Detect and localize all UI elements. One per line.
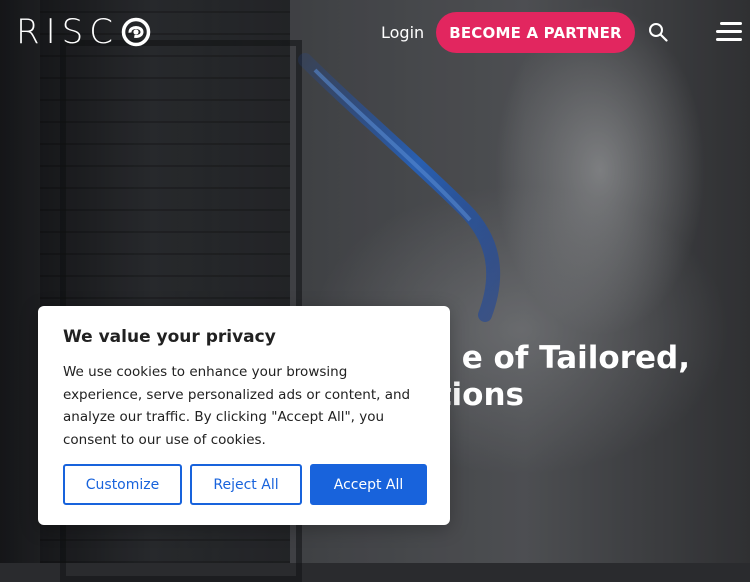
logo-text: RISC bbox=[16, 12, 119, 52]
reject-all-button[interactable]: Reject All bbox=[190, 464, 302, 505]
menu-bar bbox=[716, 38, 742, 41]
cookie-consent-banner: We value your privacy We use cookies to … bbox=[38, 306, 450, 525]
cookie-button-row: Customize Reject All Accept All bbox=[63, 464, 427, 505]
cookie-title: We value your privacy bbox=[63, 327, 276, 347]
login-link[interactable]: Login bbox=[381, 22, 424, 44]
hamburger-menu-icon[interactable] bbox=[716, 22, 742, 42]
menu-bar bbox=[720, 22, 742, 25]
cookie-description: We use cookies to enhance your browsing … bbox=[63, 364, 411, 448]
accept-all-button[interactable]: Accept All bbox=[310, 464, 427, 505]
become-partner-button[interactable]: BECOME A PARTNER bbox=[436, 12, 635, 53]
logo-swirl-icon bbox=[121, 17, 151, 47]
hero-headline-line1: e of Tailored, bbox=[461, 340, 690, 376]
search-icon[interactable] bbox=[648, 22, 668, 42]
customize-button[interactable]: Customize bbox=[63, 464, 182, 505]
menu-bar bbox=[716, 30, 742, 33]
risco-logo[interactable]: RISC bbox=[16, 15, 166, 49]
